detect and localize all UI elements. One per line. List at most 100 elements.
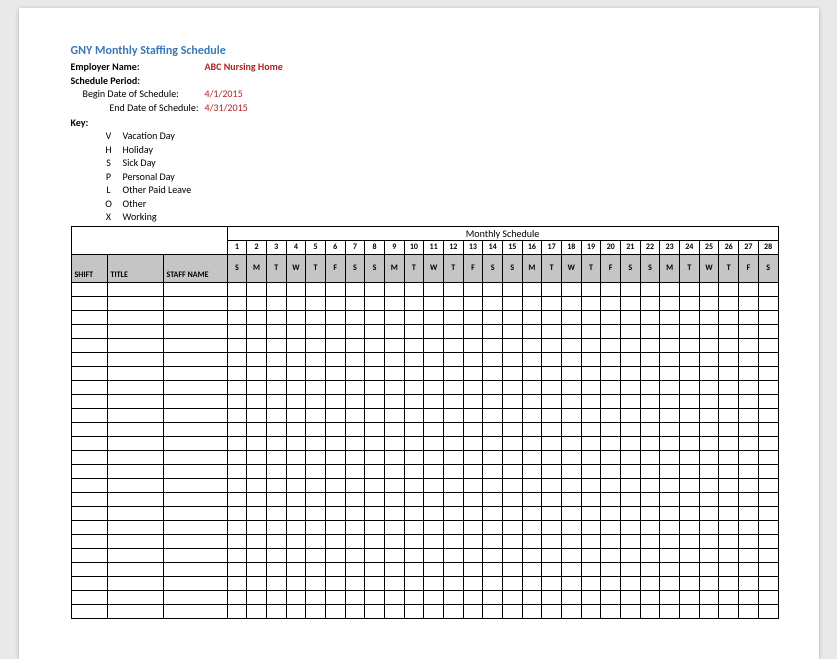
key-desc: Sick Day — [123, 156, 156, 170]
employer-row: Employer Name: ABC Nursing Home — [71, 60, 779, 74]
doc-title: GNY Monthly Staffing Schedule — [71, 44, 779, 58]
key-section: Key: VVacation DayHHolidaySSick DayPPers… — [71, 116, 779, 224]
day-number: 15 — [502, 240, 522, 254]
table-row — [71, 548, 778, 562]
key-code: X — [95, 210, 123, 224]
day-weekday: M — [384, 254, 404, 282]
begin-label: Begin Date of Schedule: — [83, 87, 199, 101]
day-weekday: S — [502, 254, 522, 282]
day-weekday: S — [483, 254, 503, 282]
table-row — [71, 520, 778, 534]
day-weekday: M — [247, 254, 267, 282]
table-row — [71, 478, 778, 492]
day-weekday: T — [266, 254, 286, 282]
key-desc: Personal Day — [123, 170, 175, 184]
key-row: OOther — [71, 197, 779, 211]
day-weekday: W — [424, 254, 444, 282]
period-row: Schedule Period: — [71, 74, 779, 88]
day-weekday: S — [758, 254, 778, 282]
table-row — [71, 338, 778, 352]
day-number: 5 — [306, 240, 326, 254]
day-weekday: T — [542, 254, 562, 282]
schedule-table: Monthly Schedule123456789101112131415161… — [71, 226, 779, 619]
day-number: 26 — [719, 240, 739, 254]
table-row — [71, 492, 778, 506]
day-weekday: S — [365, 254, 385, 282]
day-number: 8 — [365, 240, 385, 254]
monthly-schedule-header: Monthly Schedule — [227, 226, 778, 240]
period-label: Schedule Period: — [71, 74, 199, 88]
day-weekday: W — [699, 254, 719, 282]
day-number: 18 — [561, 240, 581, 254]
key-code: H — [95, 143, 123, 157]
table-row — [71, 296, 778, 310]
key-row: PPersonal Day — [71, 170, 779, 184]
col-title: TITLE — [107, 254, 163, 282]
day-weekday: S — [640, 254, 660, 282]
key-row: HHoliday — [71, 143, 779, 157]
key-code: P — [95, 170, 123, 184]
table-row — [71, 366, 778, 380]
table-row — [71, 310, 778, 324]
day-weekday: F — [325, 254, 345, 282]
begin-value: 4/1/2015 — [205, 87, 243, 101]
table-row — [71, 450, 778, 464]
day-weekday: T — [443, 254, 463, 282]
day-weekday: F — [601, 254, 621, 282]
employer-label: Employer Name: — [71, 60, 199, 74]
day-weekday: T — [719, 254, 739, 282]
table-row — [71, 352, 778, 366]
key-desc: Holiday — [123, 143, 153, 157]
table-row — [71, 380, 778, 394]
key-code: O — [95, 197, 123, 211]
day-number: 1 — [227, 240, 247, 254]
day-number: 16 — [522, 240, 542, 254]
table-row — [71, 282, 778, 296]
begin-row: Begin Date of Schedule: 4/1/2015 — [71, 87, 779, 101]
day-number: 22 — [640, 240, 660, 254]
day-weekday: W — [286, 254, 306, 282]
table-row — [71, 590, 778, 604]
day-number: 23 — [660, 240, 680, 254]
day-number: 27 — [738, 240, 758, 254]
table-row — [71, 464, 778, 478]
table-row — [71, 436, 778, 450]
key-code: V — [95, 129, 123, 143]
day-number: 17 — [542, 240, 562, 254]
table-row — [71, 576, 778, 590]
key-code: S — [95, 156, 123, 170]
key-label: Key: — [71, 116, 779, 129]
end-row: End Date of Schedule: 4/31/2015 — [71, 101, 779, 115]
table-row — [71, 506, 778, 520]
key-row: SSick Day — [71, 156, 779, 170]
day-number: 14 — [483, 240, 503, 254]
table-row — [71, 394, 778, 408]
day-weekday: W — [561, 254, 581, 282]
day-number: 11 — [424, 240, 444, 254]
end-label: End Date of Schedule: — [83, 101, 199, 115]
day-weekday: T — [581, 254, 601, 282]
day-weekday: M — [660, 254, 680, 282]
day-number: 25 — [699, 240, 719, 254]
day-number: 4 — [286, 240, 306, 254]
day-weekday: S — [620, 254, 640, 282]
day-number: 21 — [620, 240, 640, 254]
day-weekday: S — [345, 254, 365, 282]
end-value: 4/31/2015 — [205, 101, 248, 115]
day-number: 28 — [758, 240, 778, 254]
key-desc: Other — [123, 197, 147, 211]
key-row: VVacation Day — [71, 129, 779, 143]
col-shift: SHIFT — [71, 254, 107, 282]
day-number: 9 — [384, 240, 404, 254]
day-number: 6 — [325, 240, 345, 254]
key-code: L — [95, 183, 123, 197]
table-row — [71, 534, 778, 548]
key-desc: Other Paid Leave — [123, 183, 192, 197]
key-desc: Vacation Day — [123, 129, 175, 143]
table-row — [71, 422, 778, 436]
day-weekday: T — [306, 254, 326, 282]
day-number: 10 — [404, 240, 424, 254]
day-number: 7 — [345, 240, 365, 254]
table-row — [71, 408, 778, 422]
day-number: 24 — [679, 240, 699, 254]
